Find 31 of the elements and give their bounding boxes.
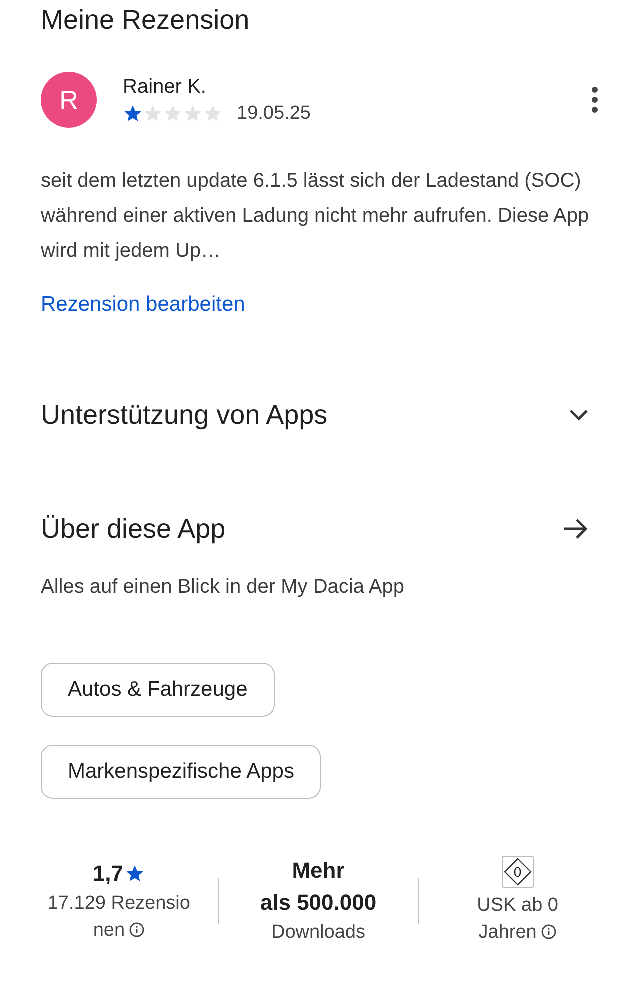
- avatar: R: [41, 72, 97, 128]
- star-icon: [125, 864, 146, 884]
- author-name: Rainer K.: [123, 75, 208, 99]
- section-title: Meine Rezension: [41, 4, 251, 36]
- downloads-value: Mehr: [292, 857, 345, 885]
- star-icon: [203, 104, 223, 124]
- edit-review-link[interactable]: Rezension bearbeiten: [41, 293, 246, 317]
- star-icon: [183, 104, 203, 124]
- star-icon: [143, 104, 163, 124]
- review-date: 19.05.25: [237, 103, 311, 125]
- more-icon[interactable]: [591, 86, 599, 114]
- info-icon[interactable]: [129, 922, 146, 938]
- stat-label: Jahren: [478, 922, 537, 942]
- stat-label: USK ab 0: [477, 894, 558, 916]
- review-text: seit dem letzten update 6.1.5 lässt sich der Ladestand (SOC) während einer aktiven Ladung nicht mehr aufrufen. Diese App wird mit jedem Up…: [41, 169, 590, 264]
- stat-label: 17.129 Rezensio: [48, 892, 190, 914]
- stat-label: Downloads: [271, 922, 366, 943]
- star-icon: [163, 104, 183, 124]
- downloads-value: als 500.000: [260, 889, 377, 917]
- category-chip[interactable]: Autos & Fahrzeuge: [41, 663, 275, 717]
- star-icon: [123, 104, 143, 124]
- app-description: Alles auf einen Blick in der My Dacia App: [41, 575, 406, 600]
- age-rating-badge: 0: [502, 856, 534, 888]
- rating-value: 1,7: [92, 860, 124, 888]
- section-heading[interactable]: Unterstützung von Apps: [41, 397, 328, 433]
- stat-label: nen: [93, 920, 126, 940]
- info-icon[interactable]: [540, 924, 557, 940]
- chevron-down-icon[interactable]: [569, 409, 589, 421]
- arrow-right-icon[interactable]: [563, 518, 589, 540]
- section-heading[interactable]: Über diese App: [41, 511, 226, 547]
- category-chip[interactable]: Markenspezifische Apps: [41, 745, 322, 799]
